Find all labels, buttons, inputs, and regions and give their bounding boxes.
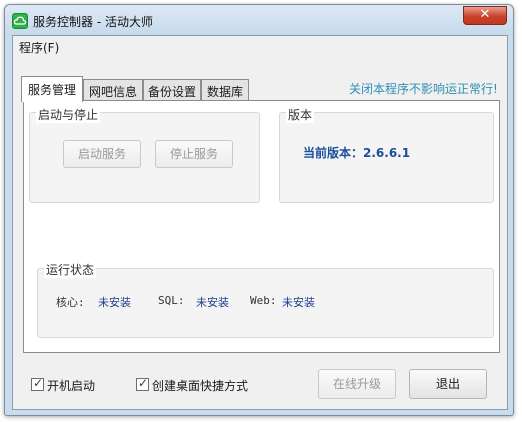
run-status-title: 运行状态	[44, 261, 97, 278]
check-icon: ✓	[33, 376, 44, 390]
menu-bar: 程序(F)	[13, 36, 507, 56]
current-version: 当前版本：2.6.6.1	[303, 146, 411, 160]
app-cloud-icon	[12, 13, 28, 29]
sql-label: SQL:	[158, 294, 185, 307]
tab-database[interactable]: 数据库	[201, 79, 249, 101]
cloud-icon	[14, 16, 26, 25]
menu-program[interactable]: 程序(F)	[19, 39, 59, 56]
service-management-panel: 启动与停止 启动服务 停止服务 版本 当前版本：2.6.6.1 运行状态 核心:…	[23, 100, 500, 353]
core-label: 核心:	[56, 296, 85, 309]
core-status: 未安装	[98, 296, 131, 309]
desktop-shortcut-checkbox[interactable]: ✓	[136, 376, 149, 391]
exit-button[interactable]: 退出	[409, 369, 487, 399]
window-title: 服务控制器 - 活动大师	[33, 15, 153, 29]
client-area: 程序(F) 服务管理 网吧信息 备份设置 数据库 关闭本程序不影响运正常行! 启…	[12, 35, 508, 410]
sql-status: 未安装	[196, 296, 229, 309]
tab-service-management[interactable]: 服务管理	[21, 76, 83, 102]
hint-text: 关闭本程序不影响运正常行!	[349, 82, 498, 96]
web-label: Web:	[250, 294, 277, 307]
close-button[interactable]: ✕	[463, 6, 507, 25]
version-title: 版本	[286, 106, 315, 123]
start-service-button[interactable]: 启动服务	[63, 140, 141, 168]
autostart-label[interactable]: 开机启动	[47, 377, 95, 394]
check-icon: ✓	[138, 376, 149, 390]
start-stop-title: 启动与停止	[36, 106, 101, 123]
title-bar[interactable]: 服务控制器 - 活动大师 ✕	[5, 5, 513, 35]
tab-netcafe-info[interactable]: 网吧信息	[83, 79, 143, 101]
main-window: 服务控制器 - 活动大师 ✕ 程序(F) 服务管理 网吧信息 备份设置 数据库 …	[4, 4, 514, 416]
stop-service-button[interactable]: 停止服务	[155, 140, 233, 168]
web-status: 未安装	[282, 296, 315, 309]
desktop-shortcut-label[interactable]: 创建桌面快捷方式	[152, 377, 248, 394]
tab-backup-settings[interactable]: 备份设置	[143, 79, 201, 101]
online-upgrade-button[interactable]: 在线升级	[318, 369, 396, 399]
autostart-checkbox[interactable]: ✓	[31, 376, 44, 391]
